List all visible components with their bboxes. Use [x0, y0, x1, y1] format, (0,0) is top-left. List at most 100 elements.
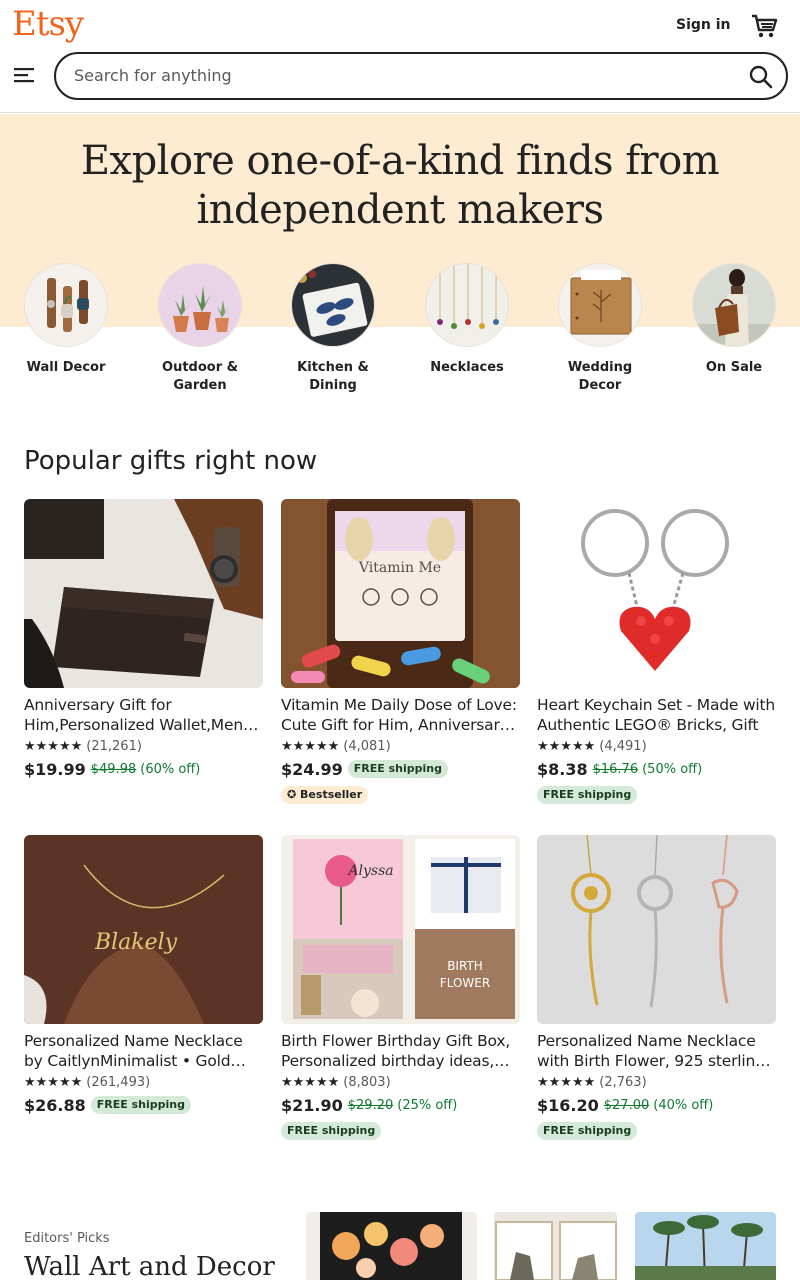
editors-picks-title[interactable]: Wall Art and Decor	[24, 1252, 275, 1280]
section-title: Popular gifts right now	[24, 446, 318, 476]
category-image	[158, 263, 242, 347]
product-image[interactable]	[537, 499, 776, 688]
product-title[interactable]: Vitamin Me Daily Dose of Love: Cute Gift…	[281, 695, 520, 735]
discount-label: (40% off)	[653, 1097, 714, 1113]
editors-pick-image[interactable]	[635, 1212, 776, 1280]
etsy-logo[interactable]: Etsy	[12, 4, 84, 44]
product-card[interactable]: Alyssa BIRTH FLOWER Birth Flower Birthda…	[281, 835, 520, 1140]
review-count: (21,261)	[86, 738, 142, 754]
product-image[interactable]	[24, 499, 263, 688]
review-count: (261,493)	[86, 1074, 151, 1090]
badge-row: FREE shipping	[281, 1119, 520, 1140]
product-card[interactable]: Heart Keychain Set - Made with Authentic…	[537, 499, 776, 804]
discount-label: (50% off)	[642, 761, 703, 777]
category-image	[24, 263, 108, 347]
category-label: Outdoor & Garden	[162, 360, 238, 393]
search-bar	[54, 52, 788, 100]
search-icon[interactable]	[748, 64, 774, 90]
star-rating-icon: ★★★★★	[281, 1074, 340, 1090]
editors-pick-image[interactable]	[494, 1212, 617, 1280]
hero-title: Explore one-of-a-kind finds from indepen…	[80, 138, 720, 233]
product-rating: ★★★★★ (4,491)	[537, 737, 776, 755]
product-title[interactable]: Personalized Name Necklace with Birth Fl…	[537, 1031, 776, 1071]
category-outdoor-garden[interactable]: Outdoor & Garden	[145, 263, 255, 395]
category-wedding-decor[interactable]: Wedding Decor	[545, 263, 655, 395]
free-shipping-badge: FREE shipping	[90, 1096, 191, 1114]
star-rating-icon: ★★★★★	[537, 1074, 596, 1090]
star-rating-icon: ★★★★★	[281, 738, 340, 754]
category-image	[692, 263, 776, 347]
free-shipping-badge: FREE shipping	[347, 760, 448, 778]
review-count: (2,763)	[599, 1074, 647, 1090]
svg-text:BIRTH: BIRTH	[447, 959, 483, 973]
award-icon: ✪	[287, 788, 301, 801]
original-price: $16.76	[592, 761, 639, 777]
product-price: $16.20	[537, 1095, 599, 1115]
product-title[interactable]: Birth Flower Birthday Gift Box, Personal…	[281, 1031, 520, 1071]
site-header: Etsy Sign in	[0, 0, 800, 113]
product-image[interactable]	[537, 835, 776, 1024]
product-rating: ★★★★★ (4,081)	[281, 737, 520, 755]
category-wall-decor[interactable]: Wall Decor	[11, 263, 121, 377]
product-price: $19.99	[24, 759, 86, 779]
product-image[interactable]: Blakely	[24, 835, 263, 1024]
product-title[interactable]: Anniversary Gift for Him,Personalized Wa…	[24, 695, 263, 735]
product-rating: ★★★★★ (2,763)	[537, 1073, 776, 1091]
product-price: $21.90	[281, 1095, 343, 1115]
category-label: On Sale	[705, 360, 763, 375]
original-price: $49.98	[90, 761, 137, 777]
sign-in-link[interactable]: Sign in	[676, 17, 731, 33]
review-count: (4,081)	[343, 738, 391, 754]
product-card[interactable]: Anniversary Gift for Him,Personalized Wa…	[24, 499, 263, 781]
price-row: $16.20 $27.00 (40% off)	[537, 1093, 776, 1117]
svg-text:Alyssa: Alyssa	[346, 863, 393, 879]
editors-picks-label: Editors' Picks	[24, 1231, 110, 1246]
bestseller-badge: ✪ Bestseller	[281, 786, 369, 804]
svg-text:Blakely: Blakely	[94, 930, 178, 955]
category-label: Kitchen & Dining	[297, 360, 369, 393]
price-row: $8.38 $16.76 (50% off)	[537, 757, 776, 781]
category-kitchen-dining[interactable]: Kitchen & Dining	[278, 263, 388, 395]
product-card[interactable]: Blakely Personalized Name Necklace by Ca…	[24, 835, 263, 1117]
product-image[interactable]: Vitamin Me	[281, 499, 520, 688]
search-input[interactable]	[74, 66, 694, 85]
price-row: $21.90 $29.20 (25% off)	[281, 1093, 520, 1117]
category-image	[291, 263, 375, 347]
review-count: (8,803)	[343, 1074, 391, 1090]
discount-label: (60% off)	[140, 761, 201, 777]
cart-icon[interactable]	[750, 12, 778, 40]
price-row: $26.88 FREE shipping	[24, 1093, 263, 1117]
free-shipping-badge: FREE shipping	[281, 1122, 382, 1140]
product-price: $24.99	[281, 759, 343, 779]
free-shipping-badge: FREE shipping	[537, 1122, 638, 1140]
star-rating-icon: ★★★★★	[24, 738, 83, 754]
svg-text:Vitamin Me: Vitamin Me	[358, 560, 441, 576]
category-image	[558, 263, 642, 347]
category-image	[425, 263, 509, 347]
product-price: $8.38	[537, 759, 588, 779]
category-label: Wall Decor	[26, 360, 106, 375]
product-title[interactable]: Heart Keychain Set - Made with Authentic…	[537, 695, 776, 735]
editors-pick-image[interactable]	[306, 1212, 477, 1280]
product-title[interactable]: Personalized Name Necklace by CaitlynMin…	[24, 1031, 263, 1071]
category-necklaces[interactable]: Necklaces	[412, 263, 522, 377]
discount-label: (25% off)	[397, 1097, 458, 1113]
menu-icon[interactable]	[14, 66, 34, 84]
original-price: $29.20	[347, 1097, 394, 1113]
star-rating-icon: ★★★★★	[537, 738, 596, 754]
price-row: $24.99 FREE shipping	[281, 757, 520, 781]
product-rating: ★★★★★ (261,493)	[24, 1073, 263, 1091]
svg-text:FLOWER: FLOWER	[440, 976, 490, 990]
free-shipping-badge: FREE shipping	[537, 786, 638, 804]
badge-row: FREE shipping	[537, 1119, 776, 1140]
product-card[interactable]: Personalized Name Necklace with Birth Fl…	[537, 835, 776, 1140]
product-price: $26.88	[24, 1095, 86, 1115]
badge-row: FREE shipping	[537, 783, 776, 804]
product-rating: ★★★★★ (21,261)	[24, 737, 263, 755]
product-card[interactable]: Vitamin Me Vitamin Me Daily Dose of Love…	[281, 499, 520, 804]
badge-row: ✪ Bestseller	[281, 783, 520, 804]
category-on-sale[interactable]: On Sale	[679, 263, 789, 377]
product-image[interactable]: Alyssa BIRTH FLOWER	[281, 835, 520, 1024]
original-price: $27.00	[603, 1097, 650, 1113]
price-row: $19.99 $49.98 (60% off)	[24, 757, 263, 781]
